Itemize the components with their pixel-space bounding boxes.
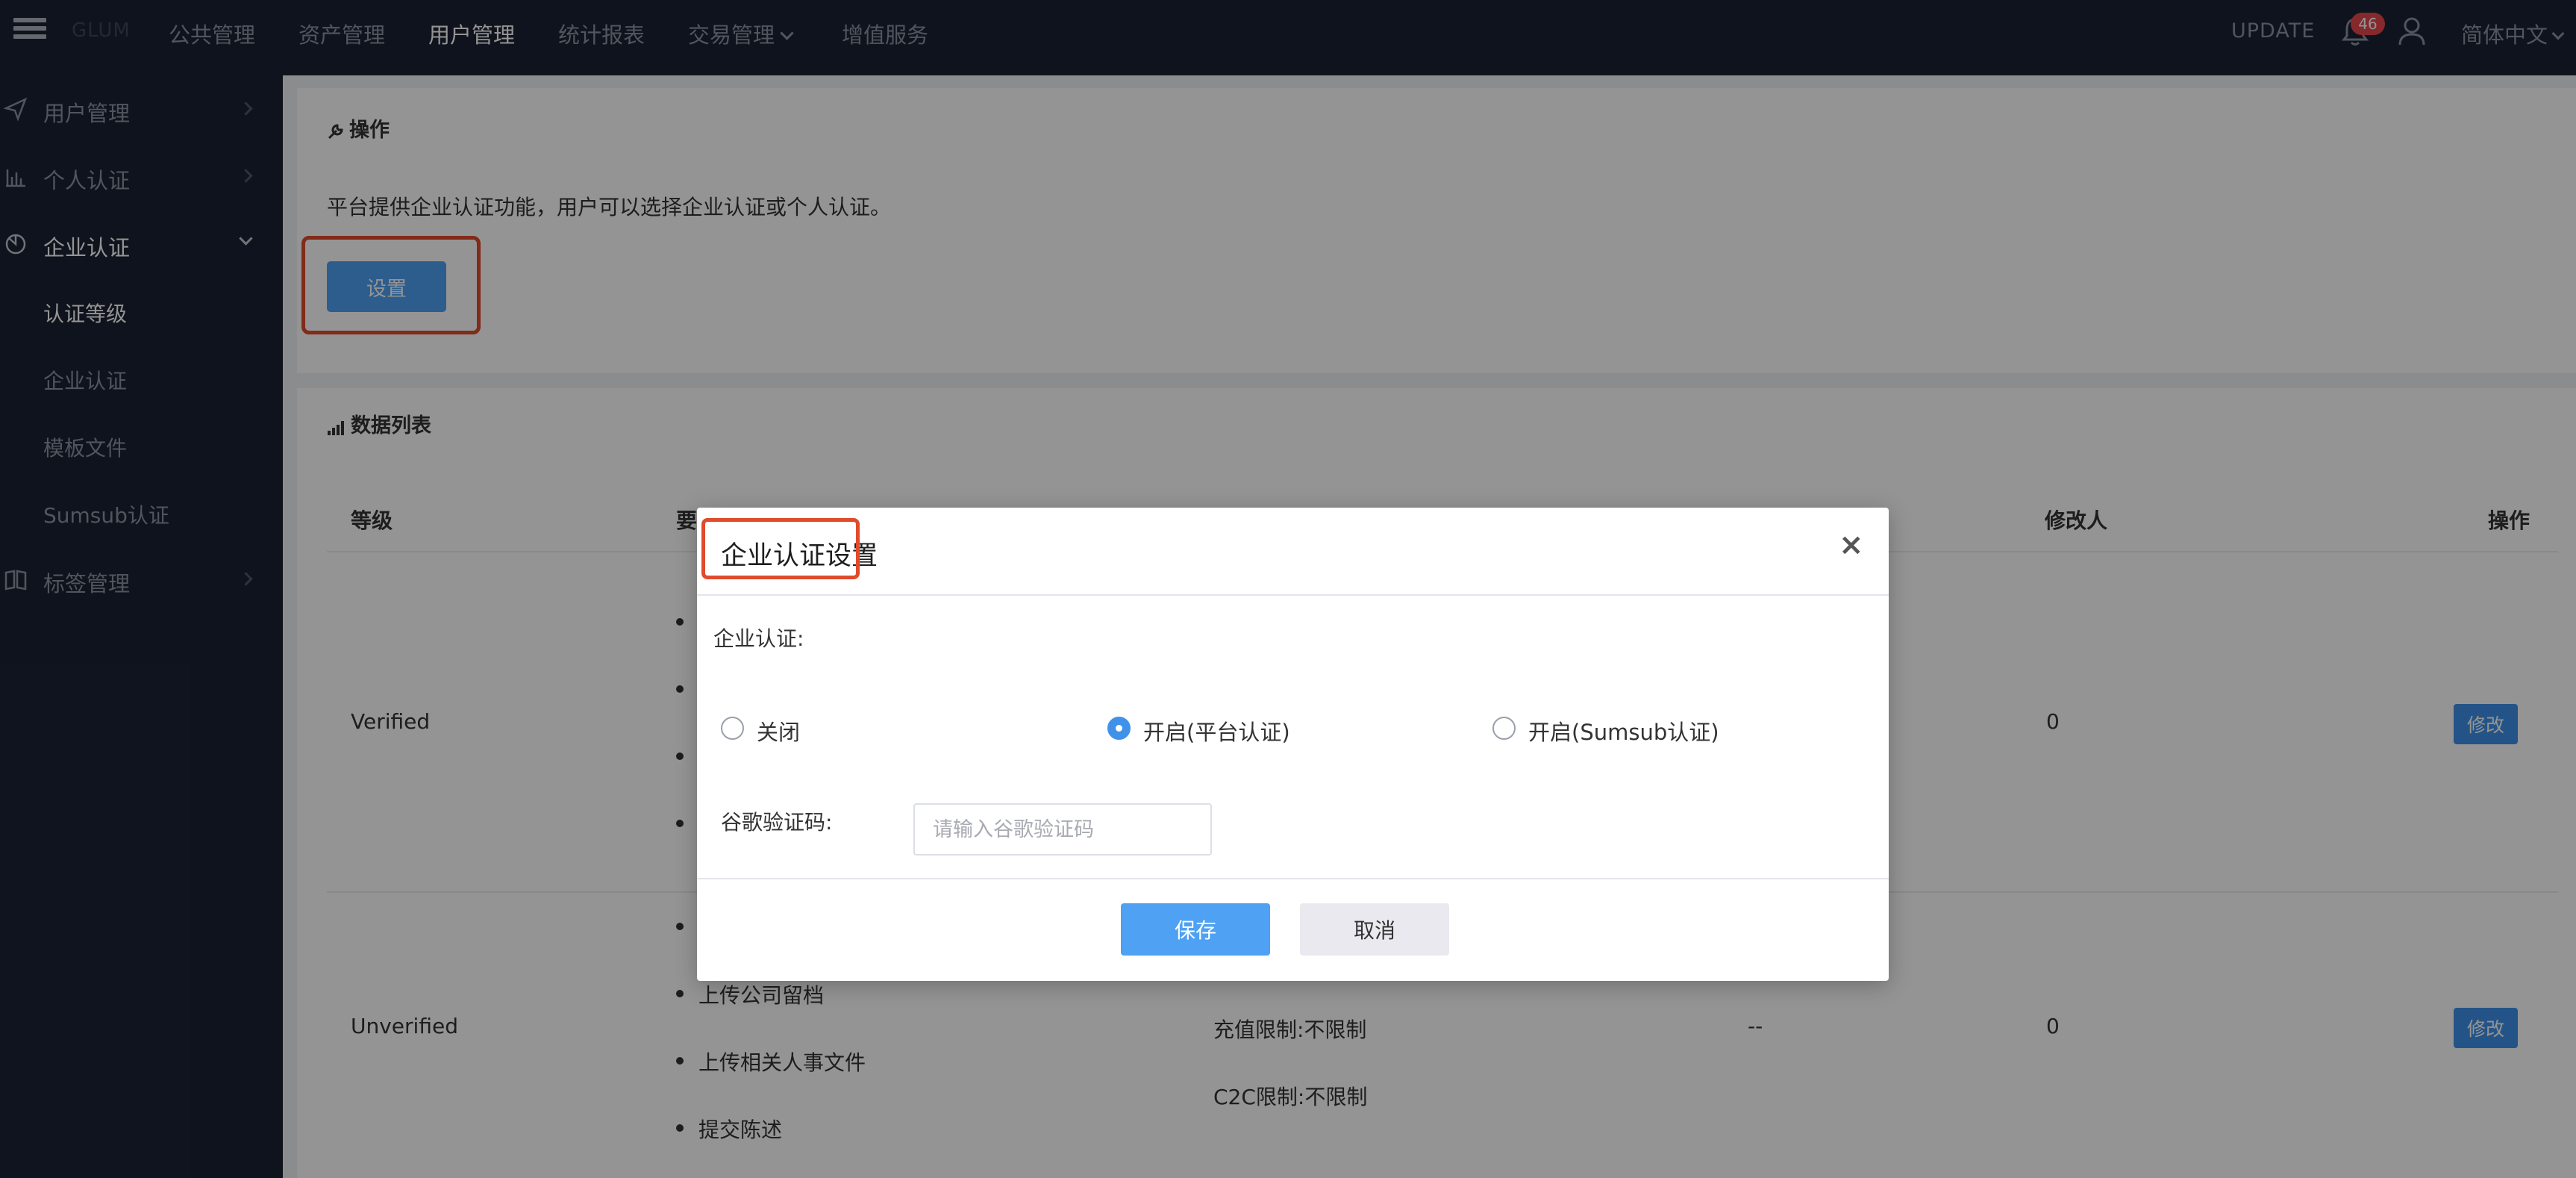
radio-circle-icon [1492, 717, 1516, 740]
dialog-header-divider [697, 594, 1889, 596]
dialog-footer-divider [697, 878, 1889, 879]
save-button[interactable]: 保存 [1121, 903, 1270, 956]
title-highlight-box [701, 518, 860, 579]
radio-label: 开启(Sumsub认证) [1528, 720, 1719, 745]
google-code-label: 谷歌验证码: [721, 810, 833, 835]
radio-label: 开启(平台认证) [1143, 720, 1290, 745]
radio-circle-icon [721, 717, 744, 740]
radio-checked-icon [1107, 717, 1131, 740]
cancel-button[interactable]: 取消 [1300, 903, 1449, 956]
radio-label: 关闭 [757, 720, 801, 745]
close-icon[interactable]: × [1839, 530, 1864, 560]
google-code-input[interactable] [913, 803, 1212, 856]
enterprise-auth-settings-dialog: 企业认证设置 × 企业认证: 关闭 开启(平台认证) 开启(Sumsub认证) … [697, 508, 1889, 981]
enterprise-auth-label: 企业认证: [713, 626, 804, 651]
